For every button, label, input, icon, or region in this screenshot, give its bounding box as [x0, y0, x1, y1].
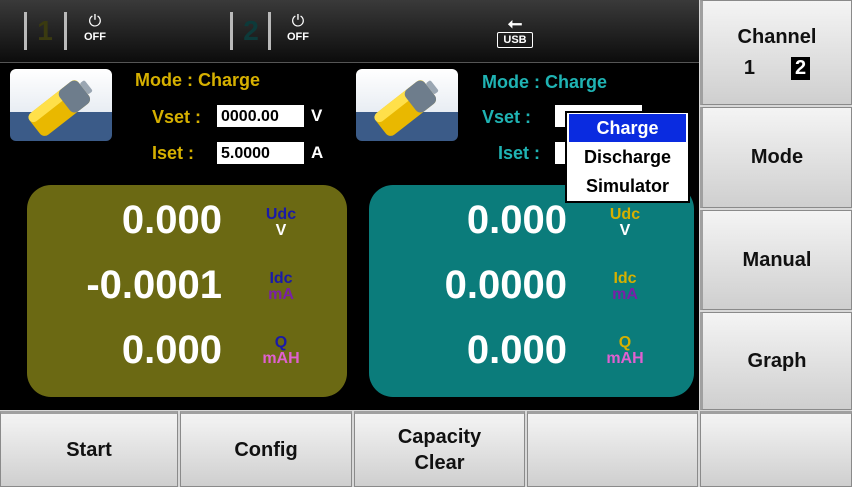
ch2-output-power-button[interactable]: ⏻ OFF [281, 14, 315, 50]
channel-button-label: Channel [737, 25, 817, 48]
milliamp-unit: mA [612, 286, 638, 303]
udc-label: Udc [609, 206, 641, 223]
mah-unit: mAH [606, 350, 644, 367]
battery-icon [356, 69, 458, 141]
config-button[interactable]: Config [180, 411, 352, 487]
volt-unit: V [275, 222, 287, 239]
mode-option-simulator[interactable]: Simulator [569, 172, 686, 200]
mode-button[interactable]: Mode [700, 107, 852, 208]
start-button[interactable]: Start [0, 411, 178, 487]
ch1-current-value: -0.0001 [86, 263, 222, 307]
ch1-mode-row: Mode : Charge [135, 70, 260, 91]
manual-button[interactable]: Manual [700, 210, 852, 310]
q-label: Q [274, 334, 288, 351]
ch1-iset-label: Iset : [152, 143, 195, 163]
ch1-idc-unit: Idc mA [256, 271, 306, 303]
ch1-vset-input[interactable]: 0000.00 [216, 104, 305, 128]
idc-label: Idc [269, 270, 293, 287]
usb-label: USB [497, 32, 533, 48]
ch1-capacity-value: 0.000 [121, 328, 222, 372]
graph-button[interactable]: Graph [700, 312, 852, 410]
ch2-udc-unit: Udc V [600, 207, 650, 239]
ch2-iset-label: Iset : [498, 143, 541, 163]
battery-icon [10, 69, 112, 141]
channel-option-1[interactable]: 1 [744, 57, 755, 80]
channel-2-indicator[interactable]: 2 [236, 14, 266, 48]
mode-option-discharge[interactable]: Discharge [569, 143, 686, 171]
ch2-voltage-value: 0.000 [466, 198, 567, 242]
empty-softkey-4[interactable] [527, 411, 698, 487]
separator [24, 12, 27, 50]
ch1-iset-unit: A [311, 143, 324, 162]
ch1-vset-unit: V [311, 106, 323, 125]
ch1-q-unit: Q mAH [256, 335, 306, 367]
ch2-current-value: 0.0000 [444, 263, 567, 307]
ch1-iset-input[interactable]: 5.0000 [216, 141, 305, 165]
ch1-mode-value[interactable]: Charge [198, 70, 260, 90]
ch2-idc-unit: Idc mA [600, 271, 650, 303]
channel-button[interactable]: Channel 1 2 [700, 0, 852, 105]
ch2-q-unit: Q mAH [600, 335, 650, 367]
ch2-vset-label: Vset : [482, 107, 532, 127]
udc-label: Udc [265, 206, 297, 223]
ch2-mode-value[interactable]: Charge [545, 72, 607, 92]
power-state-label: OFF [287, 31, 309, 43]
separator [230, 12, 233, 50]
mode-option-charge[interactable]: Charge [569, 114, 686, 142]
ch2-capacity-value: 0.000 [466, 328, 567, 372]
channel-1-indicator[interactable]: 1 [30, 14, 60, 48]
q-label: Q [618, 334, 632, 351]
usb-status: ⭠ USB [497, 14, 533, 50]
channel-option-2[interactable]: 2 [791, 56, 811, 80]
ch1-vset-label: Vset : [152, 107, 202, 127]
ch2-measurement-panel: 0.000 0.0000 0.000 Udc V Idc mA Q mAH [369, 185, 694, 397]
ch1-output-power-button[interactable]: ⏻ OFF [78, 14, 112, 50]
volt-unit: V [619, 222, 631, 239]
ch2-mode-row: Mode : Charge [482, 72, 607, 93]
usb-icon: ⭠ [507, 13, 523, 33]
ch1-voltage-value: 0.000 [121, 198, 222, 242]
power-icon: ⏻ [88, 13, 102, 30]
idc-label: Idc [613, 270, 637, 287]
separator [268, 12, 271, 50]
empty-softkey-5[interactable] [700, 411, 852, 487]
ch1-udc-unit: Udc V [256, 207, 306, 239]
separator [64, 12, 67, 50]
main-display: 1 ⏻ OFF 2 ⏻ OFF ⭠ USB Mode: Charge Vset… [0, 0, 699, 410]
ch1-mode-label: Mode : [135, 70, 193, 90]
capacity-clear-button[interactable]: Capacity Clear [354, 411, 525, 487]
ch2-mode-label: Mode : [482, 72, 540, 92]
capacity-clear-line1: Capacity [397, 426, 482, 448]
mode-dropdown[interactable]: Charge Discharge Simulator [565, 111, 690, 203]
milliamp-unit: mA [268, 286, 294, 303]
mah-unit: mAH [262, 350, 300, 367]
capacity-clear-line2: Clear [414, 452, 465, 474]
channel-selector: 1 2 [744, 56, 811, 80]
power-icon: ⏻ [291, 13, 305, 30]
ch1-measurement-panel: 0.000 -0.0001 0.000 Udc V Idc mA Q mAH [27, 185, 347, 397]
status-bar: 1 ⏻ OFF 2 ⏻ OFF ⭠ USB [0, 0, 699, 63]
power-state-label: OFF [84, 31, 106, 43]
